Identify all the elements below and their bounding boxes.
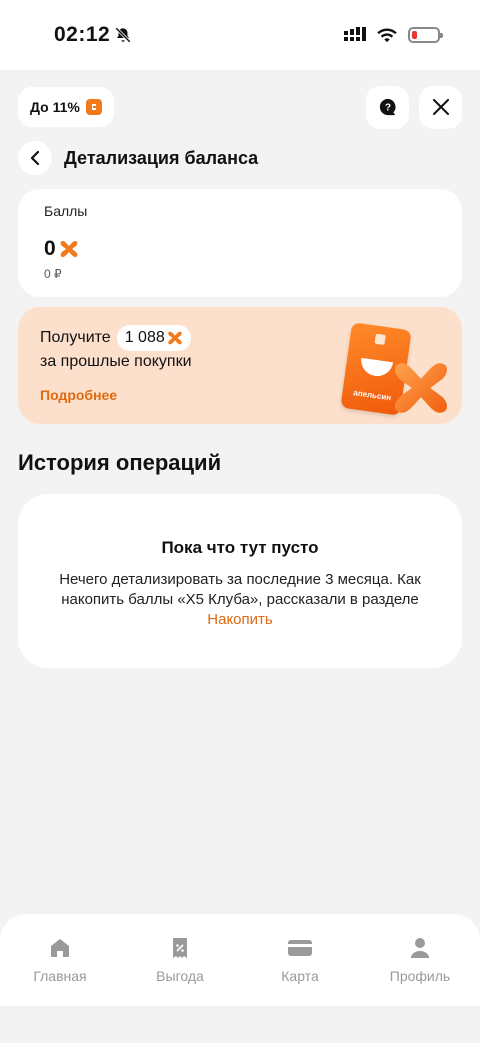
status-time-text: 02:12 xyxy=(54,23,111,46)
empty-description: Нечего детализировать за последние 3 мес… xyxy=(59,571,421,608)
points-x-large-icon xyxy=(394,363,448,413)
balance-rub: 0 ₽ xyxy=(44,267,62,281)
empty-state-card: Пока что тут пусто Нечего детализировать… xyxy=(18,494,462,668)
discount-icon xyxy=(173,938,187,958)
cashback-label: До 11% xyxy=(30,99,80,115)
svg-text:?: ? xyxy=(384,103,390,114)
cashback-icon xyxy=(85,99,102,115)
chevron-left-icon xyxy=(30,150,40,166)
nav-label-home: Главная xyxy=(33,968,87,984)
top-row: До 11% ? xyxy=(18,85,462,129)
empty-title: Пока что тут пусто xyxy=(161,538,319,557)
bottom-safe-area xyxy=(0,1006,480,1043)
profile-icon xyxy=(411,938,429,958)
status-bar: 02:12 xyxy=(0,0,480,70)
cashback-chip[interactable]: До 11% xyxy=(18,87,114,127)
signal-icon xyxy=(344,27,366,41)
points-x-icon xyxy=(60,241,78,257)
bell-muted-icon xyxy=(115,27,132,43)
points-x-icon xyxy=(168,331,182,345)
card-brand-text: апельсин xyxy=(353,388,392,402)
home-icon xyxy=(51,939,69,957)
support-button[interactable]: ? xyxy=(366,85,409,129)
promo-prefix: Получите xyxy=(40,329,111,346)
back-button[interactable] xyxy=(18,141,52,175)
balance-value: 0 xyxy=(44,237,436,261)
wifi-icon xyxy=(377,28,397,43)
nav-label-card: Карта xyxy=(281,968,319,984)
earn-link[interactable]: Накопить xyxy=(207,611,272,628)
page-header: Детализация баланса xyxy=(18,140,462,176)
chat-help-icon: ? xyxy=(379,98,395,116)
balance-label: Баллы xyxy=(44,203,88,219)
promo-amount: 1 088 xyxy=(124,329,165,346)
balance-card: Баллы 0 0 ₽ xyxy=(18,189,462,297)
promo-amount-pill: 1 088 xyxy=(116,325,191,351)
balance-points: 0 xyxy=(44,237,56,260)
nav-label-profile: Профиль xyxy=(389,968,451,984)
history-title: История операций xyxy=(18,450,222,475)
nav-item-profile[interactable]: Профиль xyxy=(370,936,470,984)
nav-item-benefits[interactable]: Выгода xyxy=(130,936,230,984)
promo-card[interactable]: Получите 1 088 за прошлые покупки Подроб… xyxy=(18,307,462,424)
status-time: 02:12 xyxy=(54,23,132,47)
battery-icon xyxy=(408,27,443,43)
page-title: Детализация баланса xyxy=(64,147,259,168)
empty-text: Нечего детализировать за последние 3 мес… xyxy=(42,570,438,630)
nav-item-home[interactable]: Главная xyxy=(10,936,110,984)
nav-item-card[interactable]: Карта xyxy=(250,936,350,984)
close-button[interactable] xyxy=(419,85,462,129)
nav-label-benefits: Выгода xyxy=(156,968,204,984)
card-icon xyxy=(288,940,312,956)
close-icon xyxy=(432,99,449,115)
bottom-nav: Главная Выгода Карта Профиль xyxy=(0,914,480,1006)
